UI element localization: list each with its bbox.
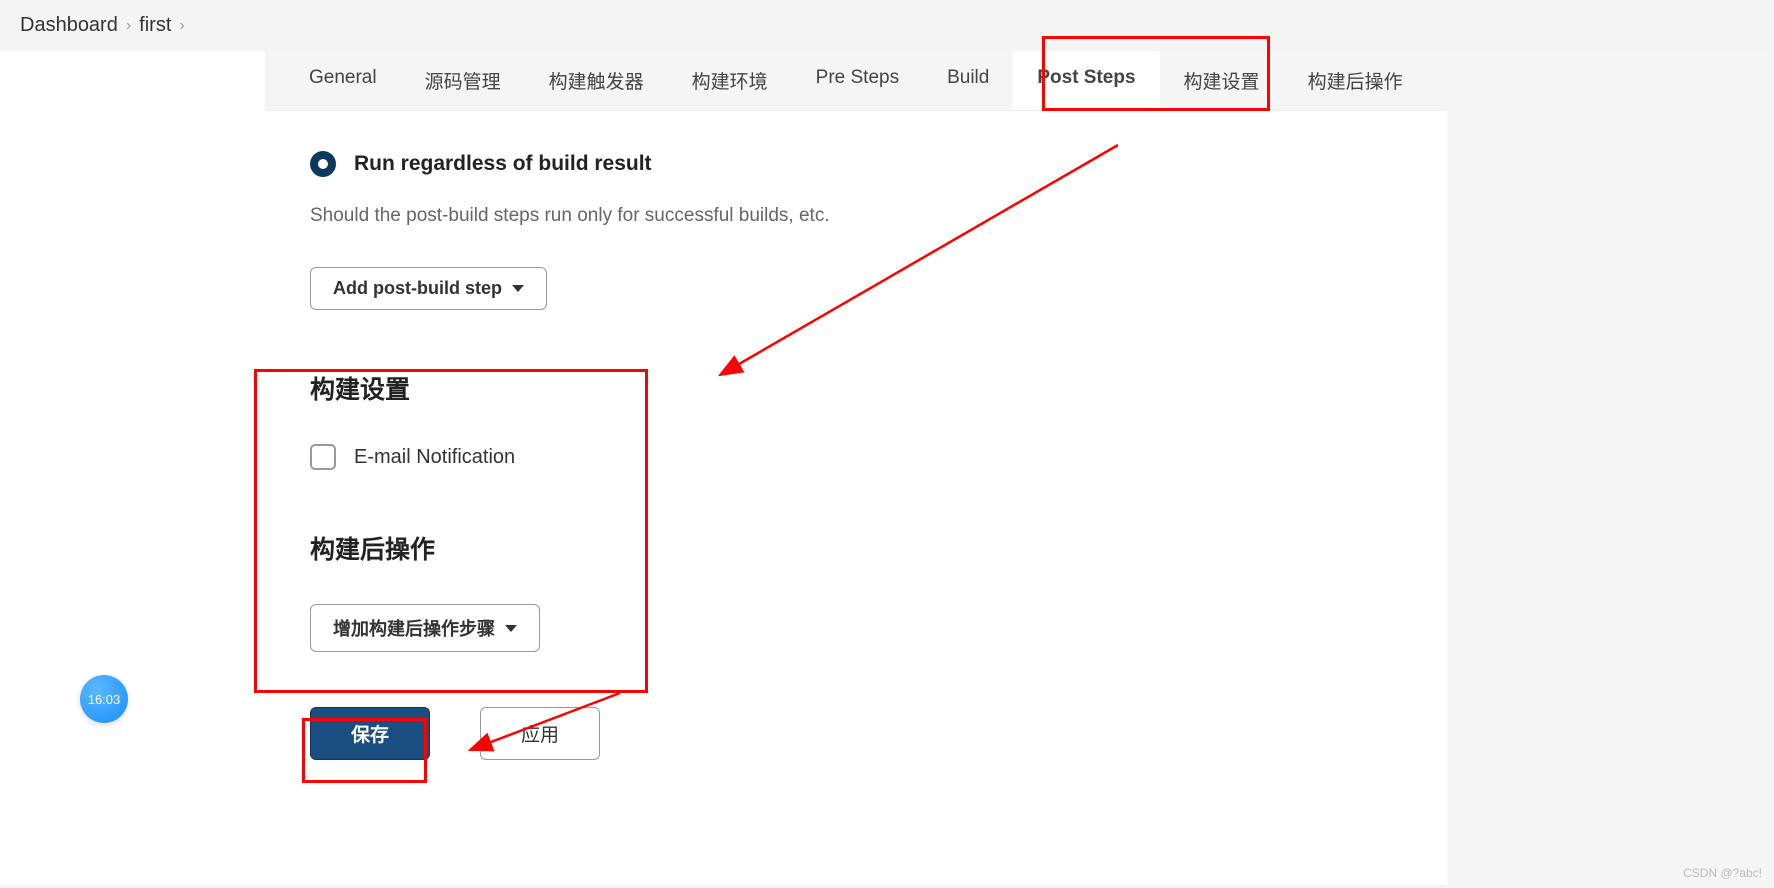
left-sidebar [0, 51, 265, 885]
email-notification-checkbox[interactable] [310, 444, 336, 470]
chevron-right-icon: › [126, 17, 131, 35]
tab-build[interactable]: Build [923, 51, 1013, 110]
breadcrumb-dashboard[interactable]: Dashboard [20, 14, 118, 37]
breadcrumb-first[interactable]: first [139, 14, 171, 37]
add-post-build-step-button[interactable]: Add post-build step [310, 267, 547, 310]
tab-environment[interactable]: 构建环境 [668, 51, 792, 110]
watermark: CSDN @?abc! [1683, 866, 1762, 880]
radio-run-regardless[interactable] [310, 151, 336, 177]
tab-general[interactable]: General [285, 51, 401, 110]
main-content: General 源码管理 构建触发器 构建环境 Pre Steps Build … [265, 51, 1447, 885]
tab-build-settings[interactable]: 构建设置 [1160, 51, 1284, 110]
tab-post-build[interactable]: 构建后操作 [1284, 51, 1427, 110]
caret-down-icon [512, 285, 524, 292]
caret-down-icon [505, 625, 517, 632]
chevron-right-icon: › [179, 17, 184, 35]
button-label: Add post-build step [333, 278, 502, 299]
tab-pre-steps[interactable]: Pre Steps [792, 51, 923, 110]
email-notification-label: E-mail Notification [354, 446, 515, 469]
radio-label: Run regardless of build result [354, 152, 652, 176]
save-button[interactable]: 保存 [310, 707, 430, 760]
config-tabs: General 源码管理 构建触发器 构建环境 Pre Steps Build … [265, 51, 1447, 111]
breadcrumb: Dashboard › first › [0, 0, 1774, 51]
clock-time: 16:03 [88, 692, 121, 707]
build-settings-title: 构建设置 [310, 370, 1402, 406]
help-text: Should the post-build steps run only for… [310, 205, 1402, 227]
add-post-build-action-button[interactable]: 增加构建后操作步骤 [310, 604, 540, 652]
clock-widget[interactable]: 16:03 [80, 675, 128, 723]
button-label: 增加构建后操作步骤 [333, 615, 495, 641]
tab-triggers[interactable]: 构建触发器 [525, 51, 668, 110]
tab-source[interactable]: 源码管理 [401, 51, 525, 110]
post-build-title: 构建后操作 [310, 530, 1402, 566]
tab-post-steps[interactable]: Post Steps [1013, 51, 1159, 110]
apply-button[interactable]: 应用 [480, 707, 600, 760]
